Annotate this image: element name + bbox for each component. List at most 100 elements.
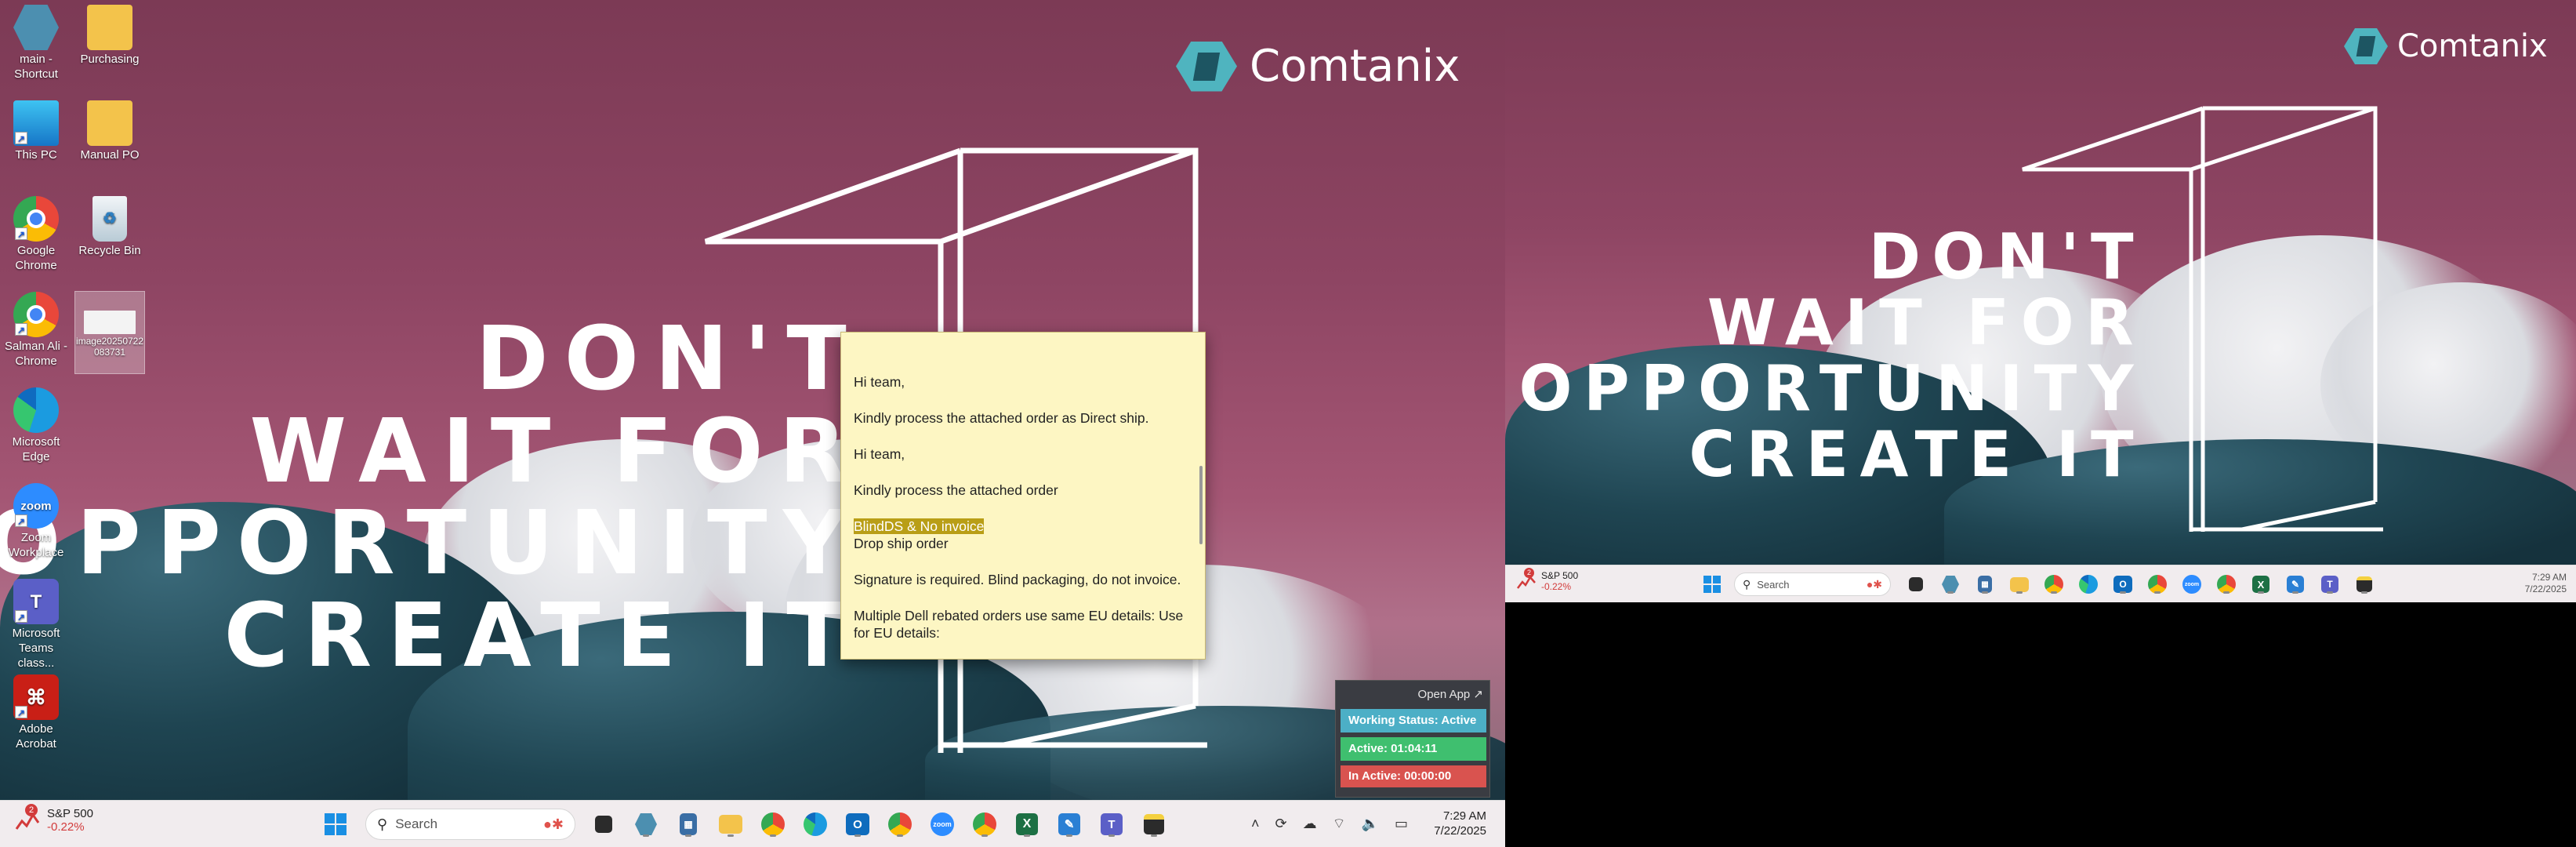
taskbar-app-file-explorer[interactable] bbox=[2008, 573, 2030, 595]
desktop-icon-recycle-bin[interactable]: ♻ Recycle Bin bbox=[75, 196, 144, 258]
desktop-icon-salman-chrome[interactable]: ↗ Salman Ali - Chrome bbox=[2, 292, 71, 369]
calculator-icon: ▦ bbox=[1978, 576, 1992, 593]
desktop-icon-microsoft-edge[interactable]: Microsoft Edge bbox=[2, 387, 71, 464]
note-highlighted-text: BlindDS & No invoice bbox=[854, 518, 985, 534]
slogan-line-4: CREATE IT bbox=[223, 584, 862, 687]
clock-date: 7/22/2025 bbox=[1434, 824, 1486, 838]
slogan-text: DON'T WAIT FOR OPPORTUNITY CREATE IT bbox=[1519, 224, 2145, 488]
shortcut-arrow-icon: ↗ bbox=[15, 610, 27, 623]
taskbar-app-snipping-tool[interactable]: ✎ bbox=[1055, 810, 1083, 838]
taskbar-app-outlook[interactable]: O bbox=[2112, 573, 2134, 595]
desktop-icon-label: Microsoft Edge bbox=[12, 435, 60, 463]
taskbar-app-file-explorer[interactable] bbox=[717, 810, 745, 838]
taskbar-app-sticky-notes[interactable] bbox=[2353, 573, 2375, 595]
taskbar-app-outlook[interactable]: O bbox=[844, 810, 872, 838]
desktop-icon-this-pc[interactable]: ↗ This PC bbox=[2, 100, 71, 162]
stock-widget[interactable]: 2 S&P 500 -0.22% bbox=[14, 804, 93, 834]
slogan-line-3: OPPORTUNITY bbox=[1518, 352, 2145, 425]
search-icon: ⚲ bbox=[1743, 577, 1751, 591]
start-icon bbox=[1703, 576, 1721, 593]
working-status-bar: Working Status: Active bbox=[1341, 709, 1486, 732]
sticky-note-popup[interactable]: Hi team, Kindly process the attached ord… bbox=[840, 332, 1206, 660]
taskbar-app-zoom[interactable]: zoom bbox=[2181, 573, 2203, 595]
taskbar-app-file-manager[interactable] bbox=[1905, 573, 1927, 595]
taskbar-app-chrome[interactable] bbox=[2043, 573, 2065, 595]
taskbar-app-chrome-profile[interactable] bbox=[2146, 573, 2168, 595]
comtanix-logo: Comtanix bbox=[1176, 41, 1460, 92]
chevron-up-icon[interactable]: ˄ bbox=[1251, 816, 1260, 832]
desktop-icon-google-chrome[interactable]: ↗ Google Chrome bbox=[2, 196, 71, 273]
brand-name: Comtanix bbox=[1250, 41, 1460, 92]
taskbar-app-chrome[interactable] bbox=[759, 810, 787, 838]
note-scrollbar[interactable] bbox=[1199, 466, 1203, 544]
slogan-line-4: CREATE IT bbox=[1689, 418, 2145, 491]
wifi-icon[interactable]: ⌔ bbox=[1333, 815, 1346, 833]
note-line: Signature is required. Blind packaging, … bbox=[854, 572, 1181, 587]
sticky-notes-icon bbox=[2356, 576, 2372, 592]
taskbar-search-box[interactable]: ⚲ Search ●✱ bbox=[1734, 573, 1891, 596]
taskbar-app-main[interactable] bbox=[632, 810, 660, 838]
search-placeholder: Search bbox=[1757, 578, 1790, 591]
taskbar: 2 S&P 500 -0.22% ⚲ Search ●✱ ▦ O zoom X … bbox=[0, 800, 1505, 847]
image-file-icon bbox=[84, 311, 136, 334]
slogan-line-1: DON'T bbox=[1868, 220, 2145, 293]
desktop-icon-label: Manual PO bbox=[80, 148, 140, 162]
stock-chart-icon: 2 bbox=[14, 804, 41, 834]
note-line: Hi team, bbox=[854, 374, 905, 390]
desktop-icon-label: Recycle Bin bbox=[78, 244, 141, 257]
desktop-icon-zoom[interactable]: zoom ↗ Zoom Workplace bbox=[2, 483, 71, 560]
desktop-icon-purchasing[interactable]: Purchasing bbox=[75, 5, 144, 67]
taskbar-app-calculator[interactable]: ▦ bbox=[674, 810, 702, 838]
desktop-icon-label: Zoom Workplace bbox=[8, 531, 64, 559]
desktop-icon-label: Google Chrome bbox=[15, 244, 57, 272]
desktop-icon-main-shortcut[interactable]: main - Shortcut bbox=[2, 5, 71, 82]
comtanix-logo: Comtanix bbox=[2344, 28, 2548, 64]
taskbar-app-excel[interactable]: X bbox=[2250, 573, 2272, 595]
taskbar-app-teams[interactable]: T bbox=[2319, 573, 2341, 595]
desktop-icon-manual-po[interactable]: Manual PO bbox=[75, 100, 144, 162]
folder-icon bbox=[719, 815, 742, 834]
desktop-icon-label: Microsoft Teams class... bbox=[12, 627, 60, 670]
desktop-wallpaper: DON'T WAIT FOR OPPORTUNITY CREATE IT Com… bbox=[0, 0, 1505, 800]
taskbar-app-edge[interactable] bbox=[801, 810, 829, 838]
stock-widget[interactable]: 2 S&P 500 -0.22% bbox=[1516, 568, 1578, 592]
taskbar-app-teams[interactable]: T bbox=[1098, 810, 1126, 838]
shortcut-arrow-icon: ↗ bbox=[15, 706, 27, 718]
taskbar-app-calculator[interactable]: ▦ bbox=[1974, 573, 1996, 595]
stock-chart-icon: 2 bbox=[1516, 568, 1537, 591]
zoom-icon: zoom bbox=[2182, 575, 2201, 594]
taskbar-clock[interactable]: 7:29 AM 7/22/2025 bbox=[2525, 572, 2567, 595]
taskbar-app-snipping-tool[interactable]: ✎ bbox=[2284, 573, 2306, 595]
open-app-link[interactable]: Open App ↗ bbox=[1418, 687, 1483, 701]
taskbar-app-sticky-notes[interactable] bbox=[1140, 810, 1168, 838]
snipping-tool-icon: ✎ bbox=[2287, 576, 2304, 593]
desktop-icon-label: main - Shortcut bbox=[14, 53, 58, 81]
note-body[interactable]: Hi team, Kindly process the attached ord… bbox=[854, 373, 1189, 659]
start-button[interactable] bbox=[321, 810, 350, 838]
recycle-bin-icon: ♻ bbox=[93, 196, 127, 242]
taskbar-app-file-manager[interactable] bbox=[590, 810, 618, 838]
desktop-icon-adobe-acrobat[interactable]: ⌘ ↗ Adobe Acrobat bbox=[2, 674, 71, 751]
desktop-icon-image-file[interactable]: image20250722083731 bbox=[74, 291, 145, 374]
battery-icon[interactable]: ▭ bbox=[1395, 816, 1408, 832]
desktop-icon-teams[interactable]: T ↗ Microsoft Teams class... bbox=[2, 579, 71, 671]
taskbar-search-box[interactable]: ⚲ Search ●✱ bbox=[365, 809, 575, 840]
taskbar-app-edge[interactable] bbox=[2077, 573, 2099, 595]
volume-mute-icon[interactable]: 🔈 bbox=[1362, 816, 1379, 832]
taskbar-app-chrome-profile[interactable] bbox=[886, 810, 914, 838]
taskbar-clock[interactable]: 7:29 AM 7/22/2025 bbox=[1434, 809, 1486, 838]
chrome-icon: ↗ bbox=[13, 196, 59, 242]
slogan-line-2: WAIT FOR bbox=[249, 400, 862, 503]
taskbar-app-chrome-2[interactable] bbox=[2215, 573, 2237, 595]
start-button[interactable] bbox=[1701, 573, 1723, 595]
cloud-off-icon[interactable]: ☁ bbox=[1303, 816, 1317, 832]
taskbar-app-chrome-2[interactable] bbox=[971, 810, 999, 838]
search-placeholder: Search bbox=[395, 816, 438, 831]
hexagon-app-icon bbox=[635, 813, 657, 835]
comtanix-logo-icon bbox=[2344, 28, 2388, 64]
sync-icon[interactable]: ⟳ bbox=[1275, 816, 1287, 832]
hexagon-app-icon bbox=[1942, 576, 1959, 593]
taskbar-app-excel[interactable]: X bbox=[1013, 810, 1041, 838]
taskbar-app-zoom[interactable]: zoom bbox=[928, 810, 956, 838]
taskbar-app-main[interactable] bbox=[1939, 573, 1961, 595]
